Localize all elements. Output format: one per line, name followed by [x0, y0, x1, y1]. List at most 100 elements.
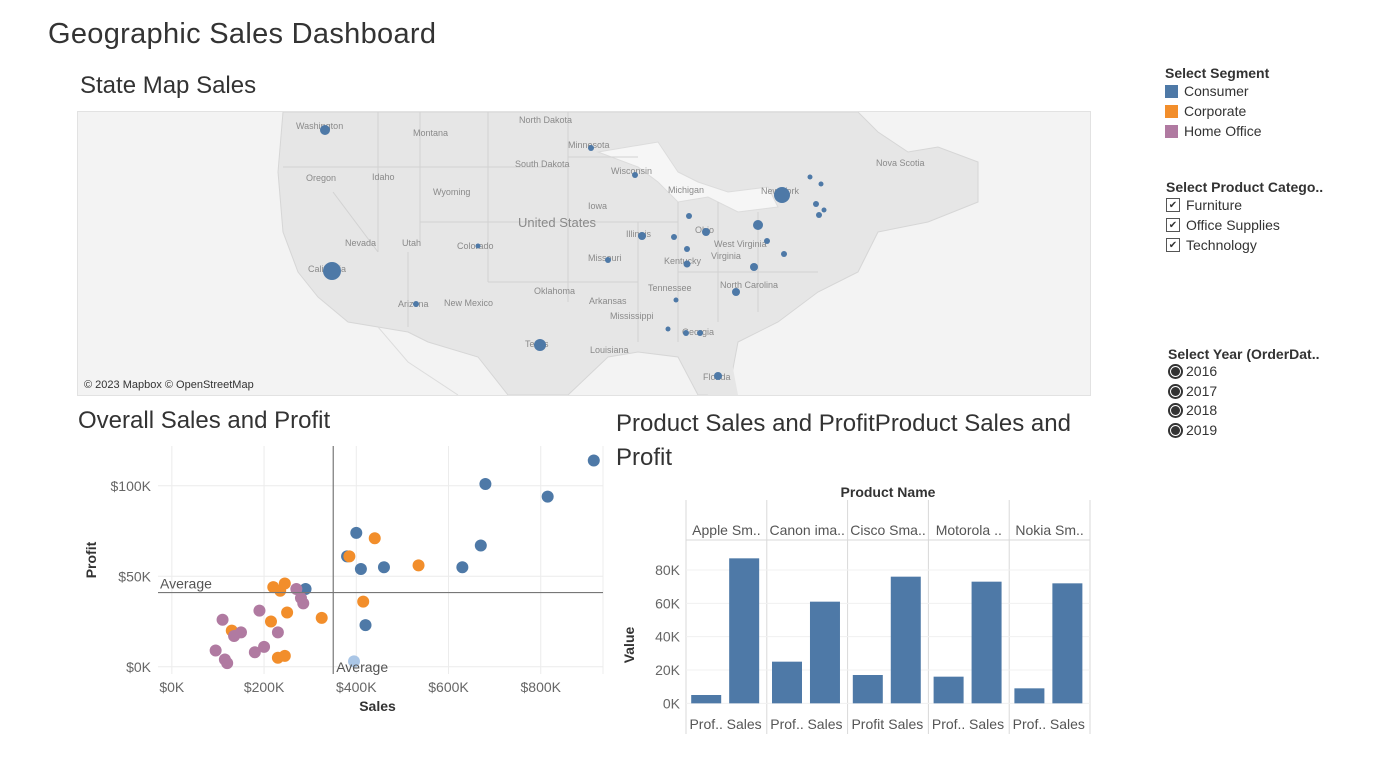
- scatter-point[interactable]: [315, 611, 328, 624]
- year-option-2016[interactable]: 2016: [1168, 362, 1319, 382]
- bar[interactable]: [729, 558, 760, 704]
- bar[interactable]: [852, 675, 883, 704]
- radio-button[interactable]: [1168, 422, 1183, 438]
- product-header[interactable]: Apple Sm..: [692, 522, 760, 538]
- year-option-2017[interactable]: 2017: [1168, 382, 1319, 402]
- scatter-point[interactable]: [350, 526, 363, 539]
- product-header[interactable]: Motorola ..: [936, 522, 1002, 538]
- bar[interactable]: [1052, 583, 1083, 704]
- state-bubble: [774, 187, 790, 203]
- scatter-point[interactable]: [278, 649, 291, 662]
- checkbox-checked[interactable]: ✔: [1166, 218, 1180, 232]
- scatter-point[interactable]: [479, 478, 492, 490]
- radio-button[interactable]: [1168, 403, 1183, 419]
- checkbox-checked[interactable]: ✔: [1166, 238, 1180, 252]
- scatter-point[interactable]: [456, 561, 469, 574]
- x-axis-title: Sales: [359, 698, 396, 714]
- scatter-point[interactable]: [357, 595, 370, 608]
- bar[interactable]: [890, 576, 921, 704]
- bar-x-label: Prof..: [932, 716, 965, 732]
- year-filter-title: Select Year (OrderDat..: [1168, 346, 1320, 362]
- state-bubble: [807, 174, 813, 180]
- y-tick-label: $0K: [126, 659, 152, 675]
- checkbox-checked[interactable]: ✔: [1166, 198, 1180, 212]
- scatter-point[interactable]: [281, 606, 294, 619]
- scatter-point[interactable]: [377, 561, 390, 574]
- state-bubble: [323, 262, 341, 280]
- dashboard-title: Geographic Sales Dashboard: [48, 18, 437, 50]
- legend-label: Corporate: [1184, 103, 1247, 119]
- state-bubble: [683, 260, 691, 268]
- bar-x-label: Sales: [1050, 716, 1085, 732]
- scatter-point[interactable]: [541, 490, 554, 503]
- scatter-point[interactable]: [253, 604, 266, 617]
- legend-item-home-office[interactable]: Home Office: [1165, 121, 1269, 141]
- state-bubble: [702, 228, 710, 236]
- bar-x-label: Sales: [727, 716, 762, 732]
- scatter-point[interactable]: [278, 577, 291, 590]
- legend-swatch: [1165, 124, 1178, 138]
- legend-item-corporate[interactable]: Corporate: [1165, 101, 1269, 121]
- legend-item-consumer[interactable]: Consumer: [1165, 81, 1269, 101]
- state-bubble: [816, 212, 822, 218]
- category-option-label: Furniture: [1186, 197, 1243, 213]
- state-bubble: [781, 251, 787, 257]
- scatter-chart[interactable]: $0K $200K $400K $600K $800K $0K $50K $100K Avera…: [70, 440, 610, 720]
- product-header[interactable]: Canon ima..: [769, 522, 844, 538]
- product-header[interactable]: Cisco Sma..: [850, 522, 925, 538]
- scatter-point[interactable]: [264, 615, 277, 628]
- scatter-point[interactable]: [294, 592, 307, 604]
- average-label-y: Average: [160, 576, 212, 592]
- y-tick-label: $100K: [111, 478, 152, 494]
- map-bubbles[interactable]: [78, 112, 1090, 395]
- bar[interactable]: [933, 676, 964, 704]
- map-title: State Map Sales: [80, 72, 257, 99]
- scatter-point[interactable]: [221, 657, 234, 670]
- bar[interactable]: [691, 695, 722, 704]
- bar-chart-title: Product Sales and ProfitProduct Sales an…: [616, 410, 1071, 471]
- state-bubble: [638, 232, 646, 240]
- bar-x-label: Sales: [888, 716, 923, 732]
- product-header[interactable]: Nokia Sm..: [1015, 522, 1083, 538]
- bar[interactable]: [971, 581, 1002, 704]
- scatter-point[interactable]: [209, 644, 222, 657]
- scatter-point[interactable]: [412, 559, 425, 572]
- legend-label: Consumer: [1184, 83, 1249, 99]
- scatter-point[interactable]: [248, 646, 261, 659]
- scatter-point[interactable]: [343, 550, 356, 563]
- y-axis-title: Value: [621, 627, 637, 664]
- scatter-point[interactable]: [354, 563, 367, 576]
- bar[interactable]: [809, 601, 840, 704]
- state-bubble: [697, 330, 703, 336]
- average-label-x: Average: [336, 659, 388, 675]
- scatter-point[interactable]: [235, 626, 248, 639]
- scatter-point[interactable]: [271, 626, 284, 639]
- bar-x-label: Sales: [969, 716, 1004, 732]
- state-map[interactable]: Washington Montana North Dakota Minnesot…: [77, 111, 1091, 396]
- year-option-2019[interactable]: 2019: [1168, 421, 1319, 441]
- state-bubble: [665, 326, 671, 332]
- map-attribution: © 2023 Mapbox © OpenStreetMap: [84, 379, 254, 391]
- bar-chart[interactable]: Product Name 0K 20K 40K 60K 80K Apple Sm.. Prof…: [610, 478, 1100, 740]
- year-option-2018[interactable]: 2018: [1168, 401, 1319, 421]
- radio-button[interactable]: [1168, 383, 1183, 399]
- scatter-point[interactable]: [368, 532, 381, 545]
- year-option-label: 2019: [1186, 421, 1218, 438]
- y-axis-title: Profit: [83, 541, 99, 578]
- category-option-furniture[interactable]: ✔ Furniture: [1166, 195, 1323, 215]
- x-tick-label: $600K: [428, 679, 469, 695]
- state-bubble: [475, 243, 481, 249]
- x-tick-label: $400K: [336, 679, 377, 695]
- state-bubble: [413, 301, 419, 307]
- scatter-point[interactable]: [474, 539, 487, 552]
- category-option-office-supplies[interactable]: ✔ Office Supplies: [1166, 215, 1323, 235]
- bar-x-label: Profit: [851, 716, 884, 732]
- category-option-technology[interactable]: ✔ Technology: [1166, 235, 1323, 255]
- bar[interactable]: [1014, 688, 1045, 704]
- bar[interactable]: [772, 661, 802, 704]
- segment-legend-title: Select Segment: [1165, 65, 1270, 81]
- scatter-point[interactable]: [216, 613, 229, 626]
- scatter-point[interactable]: [587, 454, 600, 467]
- radio-button[interactable]: [1168, 364, 1183, 380]
- scatter-point[interactable]: [359, 619, 372, 632]
